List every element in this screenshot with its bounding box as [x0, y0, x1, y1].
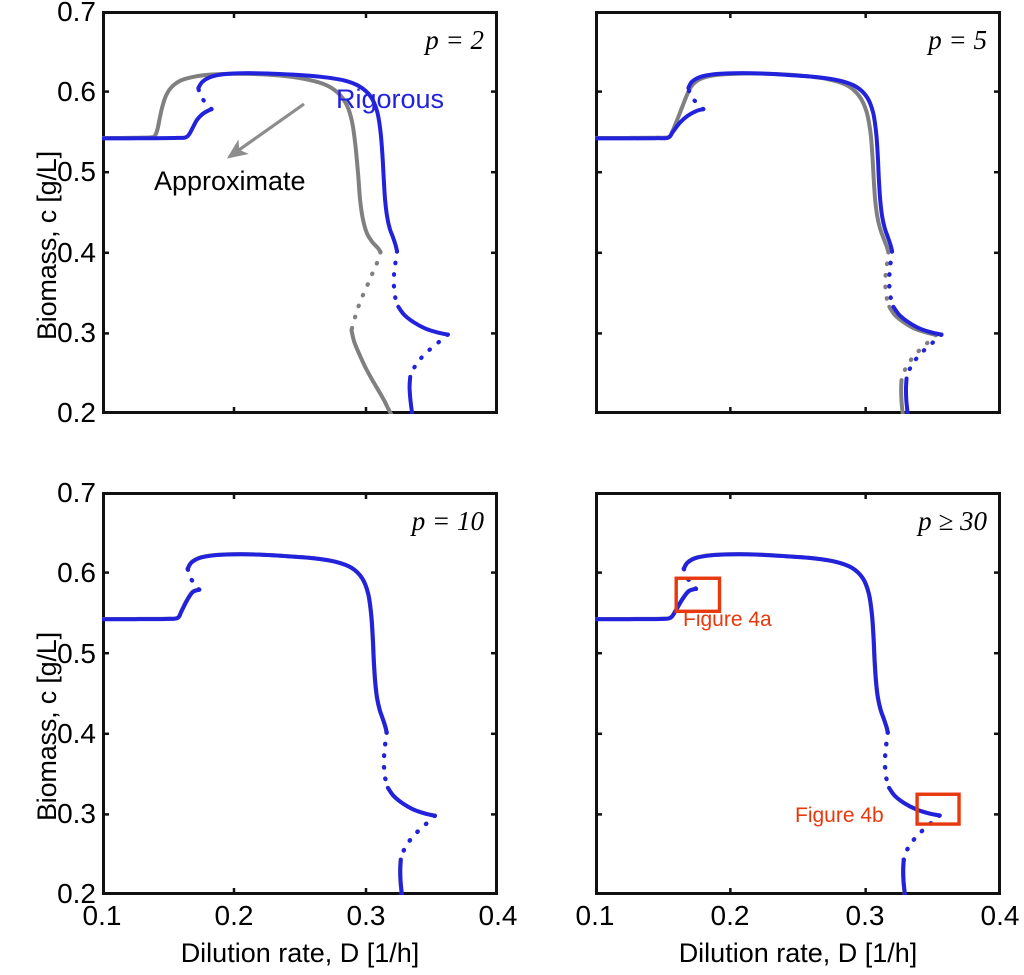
x-tick-0.2-right: 0.2 — [710, 900, 750, 931]
plot-area-p5 — [595, 11, 1001, 414]
x-axis-label-right: Dilution rate, D [1/h] — [678, 938, 918, 968]
x-tick-0.3-right: 0.3 — [845, 900, 885, 931]
plot-area-p10 — [102, 492, 498, 895]
zoom-region-boxes — [674, 576, 961, 826]
y-tick-0.6-bottom: 0.6 — [57, 557, 96, 588]
y-tick-0.5-bottom: 0.5 — [57, 638, 96, 669]
figure-root: p = 2 Rigorous Approximate p = 5 p = 10 … — [0, 0, 1024, 975]
x-tick-0.2-left: 0.2 — [214, 900, 254, 931]
panel-tag-p2: p = 2 — [425, 25, 484, 55]
y-tick-0.6-top: 0.6 — [57, 76, 96, 107]
zoom-region-label-4b: Figure 4b — [795, 804, 884, 827]
x-tick-0.4-right: 0.4 — [980, 900, 1020, 931]
legend-rigorous-label: Rigorous — [336, 84, 445, 114]
y-tick-0.3-top: 0.3 — [57, 317, 96, 348]
y-tick-0.2-top: 0.2 — [57, 397, 96, 428]
y-tick-0.4-top: 0.4 — [57, 237, 96, 268]
x-tick-0.1-right: 0.1 — [575, 900, 615, 931]
panel-p30: p ≥ 30 Figure 4a Figure 4b — [595, 492, 1001, 895]
y-tick-0.7-bottom: 0.7 — [57, 477, 96, 508]
zoom-region-label-4a: Figure 4a — [683, 608, 772, 631]
y-tick-0.4-bottom: 0.4 — [57, 718, 96, 749]
x-tick-0.3-left: 0.3 — [346, 900, 386, 931]
x-tick-0.4-left: 0.4 — [478, 900, 518, 931]
plot-area-p2 — [102, 11, 498, 414]
panel-tag-p10: p = 10 — [411, 506, 484, 536]
y-tick-0.5-top: 0.5 — [57, 156, 96, 187]
y-tick-0.3-bottom: 0.3 — [57, 798, 96, 829]
panel-p2: p = 2 Rigorous Approximate — [102, 11, 498, 414]
legend-approximate-label: Approximate — [154, 166, 306, 196]
x-tick-0.1-left: 0.1 — [82, 900, 122, 931]
x-axis-label-left: Dilution rate, D [1/h] — [180, 938, 420, 968]
panel-p5: p = 5 — [595, 11, 1001, 414]
y-tick-0.7-top: 0.7 — [57, 0, 96, 27]
panel-p10: p = 10 — [102, 492, 498, 895]
panel-tag-p5: p = 5 — [928, 25, 987, 55]
